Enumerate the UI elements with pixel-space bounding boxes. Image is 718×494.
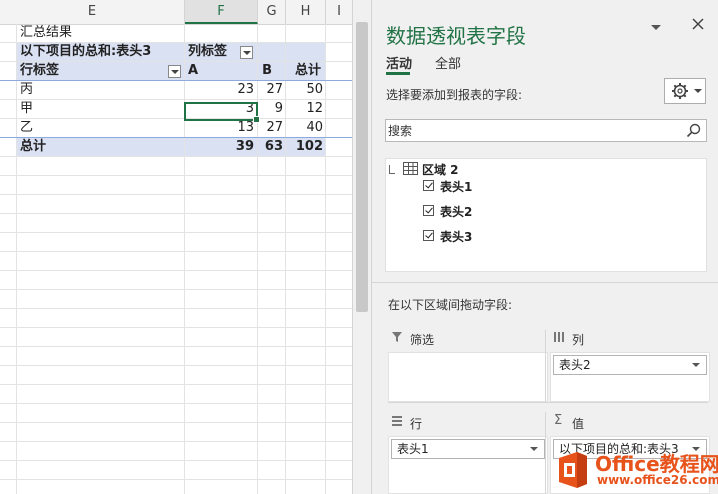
filter-drop-zone[interactable] — [388, 352, 548, 402]
scrollbar-thumb[interactable] — [356, 22, 368, 312]
pivot-fields-pane: 数据透视表字段 活动 全部 选择要添加到报表的字段: 搜索 区域 2 表头1 表… — [372, 0, 718, 494]
column-header-e[interactable]: E — [0, 0, 185, 24]
values-area-label: 值 — [572, 417, 585, 431]
table-cell[interactable]: 9 — [258, 100, 283, 118]
funnel-icon — [392, 332, 402, 342]
active-cell-selection[interactable] — [184, 102, 260, 123]
columns-drop-zone[interactable]: 表头2 — [550, 352, 710, 402]
row-labels-filter-button[interactable] — [168, 65, 181, 78]
table-name: 区域 2 — [422, 163, 459, 177]
pane-options-button[interactable] — [650, 20, 662, 36]
gear-icon — [672, 83, 702, 99]
cell-summary-title[interactable]: 汇总结果 — [20, 24, 72, 42]
cell-grid[interactable]: 汇总结果 以下项目的总和:表头3 列标签 行标签 A B 总计 丙 23 27 … — [0, 24, 352, 494]
filter-area-label: 筛选 — [410, 333, 435, 347]
field-list: 区域 2 表头1 表头2 表头3 — [385, 158, 707, 272]
active-tab-indicator — [386, 72, 410, 75]
filter-area-header: 筛选 — [388, 330, 548, 350]
columns-icon — [554, 332, 564, 342]
field-settings-button[interactable] — [664, 78, 706, 104]
field-checkbox-2[interactable] — [423, 205, 434, 216]
table-row-label[interactable]: 丙 — [20, 81, 33, 99]
grand-total-label[interactable]: 总计 — [20, 138, 46, 156]
field-checkbox-1[interactable] — [423, 180, 434, 191]
column-header-g[interactable]: G — [258, 0, 286, 24]
field-label-1[interactable]: 表头1 — [440, 178, 472, 195]
search-input[interactable] — [386, 120, 680, 141]
columns-area-label: 列 — [572, 333, 585, 347]
rows-drop-zone[interactable]: 表头1 — [388, 436, 548, 494]
field-label-2[interactable]: 表头2 — [440, 203, 472, 220]
table-cell[interactable]: 23 — [186, 81, 254, 99]
column-header-h[interactable]: H — [286, 0, 326, 24]
close-icon — [692, 18, 704, 30]
tab-all[interactable]: 全部 — [435, 53, 461, 72]
chevron-down-icon — [651, 25, 661, 30]
spreadsheet: E F G H I 汇总结果 以下项目的总和:表头3 列标签 行标签 A B 总… — [0, 0, 352, 494]
cell-header-a[interactable]: A — [188, 62, 198, 80]
vertical-scrollbar[interactable] — [352, 0, 372, 494]
pane-title: 数据透视表字段 — [386, 24, 526, 48]
table-cell[interactable]: 13 — [186, 119, 254, 137]
watermark-url: www.office26.com — [597, 473, 718, 487]
sigma-icon: Σ — [554, 413, 563, 428]
rows-area-header: 行 — [388, 414, 548, 434]
table-cell[interactable]: 27 — [258, 81, 283, 99]
search-icon[interactable] — [686, 123, 702, 139]
columns-area-header: 列 — [550, 330, 710, 350]
divider — [372, 282, 718, 283]
rows-field-dropdown[interactable]: 表头1 — [391, 439, 545, 459]
cell-header-total[interactable]: 总计 — [286, 62, 321, 80]
rows-area-label: 行 — [410, 417, 423, 431]
grand-total-a[interactable]: 39 — [186, 138, 254, 156]
column-header-f[interactable]: F — [185, 0, 258, 24]
column-header-bar: E F G H I — [0, 0, 352, 25]
cell-column-labels[interactable]: 列标签 — [188, 43, 227, 61]
column-labels-filter-button[interactable] — [240, 46, 253, 59]
field-label-3[interactable]: 表头3 — [440, 228, 472, 245]
cell-header-b[interactable]: B — [258, 62, 272, 80]
cell-row-labels[interactable]: 行标签 — [20, 62, 59, 80]
grand-total-b[interactable]: 63 — [258, 138, 283, 156]
tab-active[interactable]: 活动 — [386, 53, 412, 72]
collapse-tree-icon[interactable] — [389, 165, 395, 174]
search-box[interactable] — [385, 119, 707, 142]
table-cell[interactable]: 50 — [286, 81, 323, 99]
close-button[interactable] — [692, 18, 704, 34]
table-icon — [403, 162, 418, 175]
choose-fields-label: 选择要添加到报表的字段: — [386, 88, 523, 102]
rows-icon — [392, 416, 402, 426]
field-checkbox-3[interactable] — [423, 230, 434, 241]
table-cell[interactable]: 40 — [286, 119, 323, 137]
values-area-header: Σ 值 — [550, 413, 710, 434]
watermark: Office教程网 www.office26.com — [551, 446, 718, 494]
drag-fields-label: 在以下区域间拖动字段: — [388, 298, 513, 312]
column-header-i[interactable]: I — [326, 0, 352, 24]
table-row-label[interactable]: 甲 — [20, 100, 33, 118]
table-cell[interactable]: 27 — [258, 119, 283, 137]
table-row-label[interactable]: 乙 — [20, 119, 33, 137]
table-cell[interactable]: 12 — [286, 100, 323, 118]
grand-total-total[interactable]: 102 — [286, 138, 323, 156]
cell-values-label[interactable]: 以下项目的总和:表头3 — [20, 43, 151, 61]
office-logo-icon — [559, 452, 587, 488]
columns-field-dropdown[interactable]: 表头2 — [553, 355, 707, 375]
